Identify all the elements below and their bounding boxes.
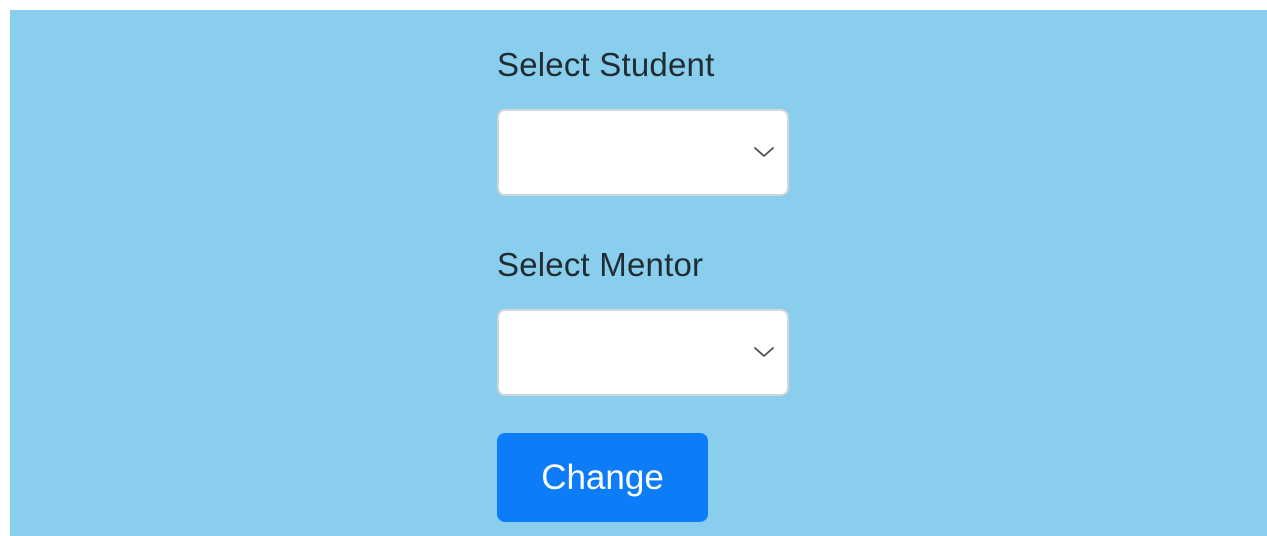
chevron-down-icon — [754, 147, 774, 157]
student-select[interactable] — [497, 109, 789, 196]
chevron-down-icon — [754, 347, 774, 357]
select-student-label: Select Student — [497, 46, 715, 83]
change-button[interactable]: Change — [497, 433, 708, 522]
select-mentor-label: Select Mentor — [497, 246, 704, 283]
page-background: Select Student Select Mentor Change — [10, 10, 1267, 536]
mentor-select[interactable] — [497, 309, 789, 396]
